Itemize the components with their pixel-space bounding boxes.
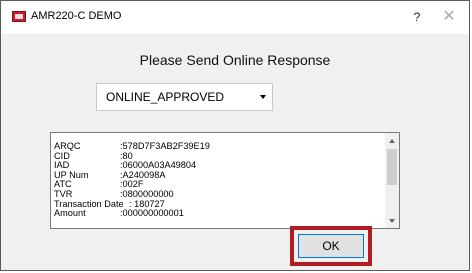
detail-row: IAD :06000A03A49804	[54, 161, 384, 171]
detail-row: Transaction Date : 180727	[54, 199, 384, 210]
title-bar: AMR220-C DEMO ? ✕	[1, 1, 469, 34]
detail-row: UP Num :A240098A	[54, 170, 384, 181]
transaction-details-textbox[interactable]: ARQC :578D7F3AB2F39E19 CID :80 IAD :0600…	[50, 132, 400, 229]
prompt-label: Please Send Online Response	[139, 52, 331, 68]
ok-button[interactable]: OK	[298, 234, 364, 258]
detail-row: ATC :002F	[54, 180, 384, 190]
app-icon	[12, 11, 26, 22]
scroll-down-arrow-icon[interactable]	[389, 219, 395, 223]
close-button[interactable]: ✕	[437, 7, 461, 27]
help-button[interactable]: ?	[409, 8, 425, 26]
detail-value: :000000000001	[120, 208, 184, 219]
detail-row: CID :80	[54, 151, 384, 162]
window-title: AMR220-C DEMO	[31, 10, 122, 22]
chevron-down-icon	[260, 95, 266, 99]
scrollbar-thumb[interactable]	[387, 149, 397, 185]
transaction-details-lines: ARQC :578D7F3AB2F39E19 CID :80 IAD :0600…	[54, 141, 384, 219]
response-select-value: ONLINE_APPROVED	[106, 90, 225, 104]
scroll-up-arrow-icon[interactable]	[389, 139, 395, 143]
detail-row: ARQC :578D7F3AB2F39E19	[54, 141, 384, 152]
vertical-scrollbar[interactable]	[385, 133, 399, 228]
dialog-window: AMR220-C DEMO ? ✕ Please Send Online Res…	[0, 0, 470, 271]
detail-key: Amount	[54, 208, 86, 219]
response-select[interactable]: ONLINE_APPROVED	[96, 83, 273, 111]
detail-row: Amount :000000000001	[54, 209, 384, 219]
detail-value: :578D7F3AB2F39E19	[120, 141, 210, 151]
